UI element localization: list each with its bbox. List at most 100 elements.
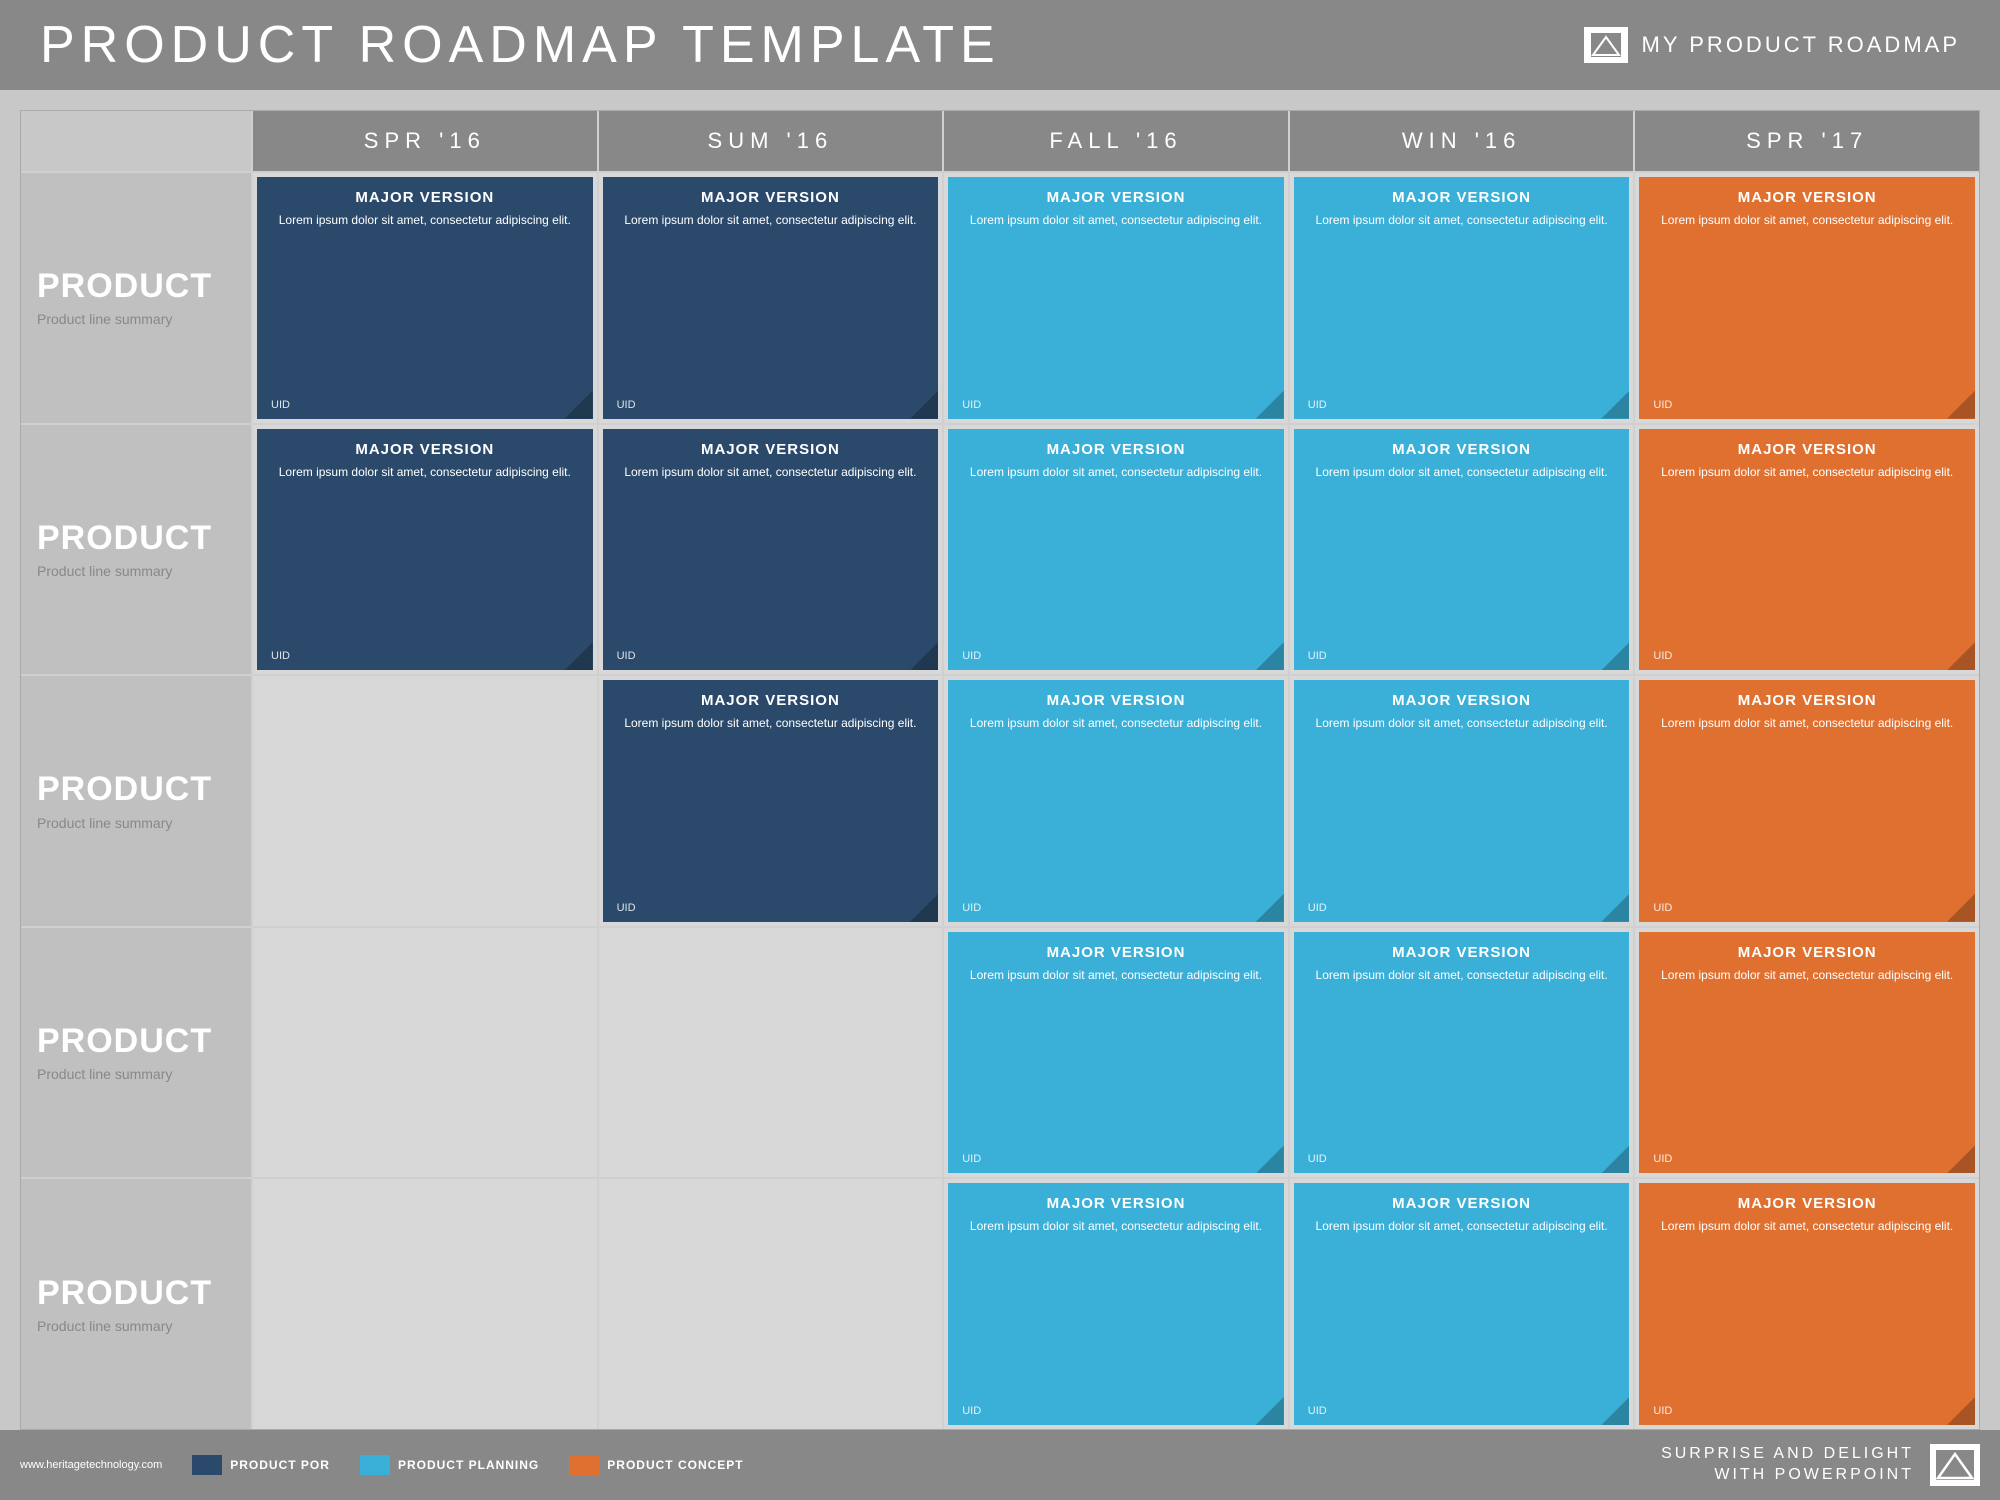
version-desc: Lorem ipsum dolor sit amet, consectetur … bbox=[1316, 464, 1608, 481]
version-uid: UID bbox=[617, 399, 925, 411]
header-brand: MY PRODUCT ROADMAP bbox=[1584, 27, 1960, 63]
cell-r0-c0: MAJOR VERSION Lorem ipsum dolor sit amet… bbox=[253, 173, 597, 423]
version-uid: UID bbox=[1308, 650, 1616, 662]
version-title: MAJOR VERSION bbox=[1392, 692, 1531, 709]
card-top: MAJOR VERSION Lorem ipsum dolor sit amet… bbox=[617, 692, 925, 732]
season-header-2: FALL '16 bbox=[944, 111, 1288, 171]
cell-r1-c1: MAJOR VERSION Lorem ipsum dolor sit amet… bbox=[599, 425, 943, 675]
version-card-r0-c4: MAJOR VERSION Lorem ipsum dolor sit amet… bbox=[1639, 177, 1975, 419]
product-summary-4: Product line summary bbox=[37, 1318, 172, 1334]
version-title: MAJOR VERSION bbox=[1738, 441, 1877, 458]
product-summary-3: Product line summary bbox=[37, 1066, 172, 1082]
season-header-0: SPR '16 bbox=[253, 111, 597, 171]
version-uid: UID bbox=[1653, 902, 1961, 914]
season-header-4: SPR '17 bbox=[1635, 111, 1979, 171]
version-title: MAJOR VERSION bbox=[701, 692, 840, 709]
version-uid: UID bbox=[1653, 1405, 1961, 1417]
product-summary-0: Product line summary bbox=[37, 311, 172, 327]
version-uid: UID bbox=[962, 399, 1270, 411]
version-desc: Lorem ipsum dolor sit amet, consectetur … bbox=[624, 464, 916, 481]
card-top: MAJOR VERSION Lorem ipsum dolor sit amet… bbox=[962, 189, 1270, 229]
footer-tagline: SURPRISE AND DELIGHTWITH POWERPOINT bbox=[1661, 1444, 1914, 1486]
legend-box-dark-blue bbox=[192, 1455, 222, 1475]
card-top: MAJOR VERSION Lorem ipsum dolor sit amet… bbox=[1653, 944, 1961, 984]
product-label-0: PRODUCT Product line summary bbox=[21, 173, 251, 423]
version-card-r1-c1: MAJOR VERSION Lorem ipsum dolor sit amet… bbox=[603, 429, 939, 671]
version-title: MAJOR VERSION bbox=[1738, 1195, 1877, 1212]
legend-item-0: PRODUCT POR bbox=[192, 1455, 330, 1475]
cell-r4-c1 bbox=[599, 1179, 943, 1429]
card-top: MAJOR VERSION Lorem ipsum dolor sit amet… bbox=[1308, 944, 1616, 984]
legend-item-2: PRODUCT CONCEPT bbox=[569, 1455, 743, 1475]
cell-r4-c3: MAJOR VERSION Lorem ipsum dolor sit amet… bbox=[1290, 1179, 1634, 1429]
version-desc: Lorem ipsum dolor sit amet, consectetur … bbox=[1661, 1218, 1953, 1235]
version-card-r4-c2: MAJOR VERSION Lorem ipsum dolor sit amet… bbox=[948, 1183, 1284, 1425]
version-card-r2-c4: MAJOR VERSION Lorem ipsum dolor sit amet… bbox=[1639, 680, 1975, 922]
version-card-r1-c2: MAJOR VERSION Lorem ipsum dolor sit amet… bbox=[948, 429, 1284, 671]
cell-r2-c1: MAJOR VERSION Lorem ipsum dolor sit amet… bbox=[599, 676, 943, 926]
version-uid: UID bbox=[1308, 1153, 1616, 1165]
corner-cell bbox=[21, 111, 251, 171]
version-desc: Lorem ipsum dolor sit amet, consectetur … bbox=[1661, 464, 1953, 481]
product-name-1: PRODUCT bbox=[37, 520, 212, 557]
cell-r2-c2: MAJOR VERSION Lorem ipsum dolor sit amet… bbox=[944, 676, 1288, 926]
brand-text: MY PRODUCT ROADMAP bbox=[1642, 32, 1960, 58]
card-top: MAJOR VERSION Lorem ipsum dolor sit amet… bbox=[1308, 189, 1616, 229]
footer-website: www.heritagetechnology.com bbox=[20, 1459, 162, 1471]
cell-r2-c3: MAJOR VERSION Lorem ipsum dolor sit amet… bbox=[1290, 676, 1634, 926]
version-uid: UID bbox=[1653, 1153, 1961, 1165]
version-desc: Lorem ipsum dolor sit amet, consectetur … bbox=[279, 212, 571, 229]
version-title: MAJOR VERSION bbox=[1047, 944, 1186, 961]
card-top: MAJOR VERSION Lorem ipsum dolor sit amet… bbox=[617, 189, 925, 229]
card-top: MAJOR VERSION Lorem ipsum dolor sit amet… bbox=[1653, 189, 1961, 229]
version-desc: Lorem ipsum dolor sit amet, consectetur … bbox=[624, 715, 916, 732]
version-desc: Lorem ipsum dolor sit amet, consectetur … bbox=[1316, 967, 1608, 984]
cell-r0-c3: MAJOR VERSION Lorem ipsum dolor sit amet… bbox=[1290, 173, 1634, 423]
version-title: MAJOR VERSION bbox=[1047, 189, 1186, 206]
card-top: MAJOR VERSION Lorem ipsum dolor sit amet… bbox=[962, 1195, 1270, 1235]
version-title: MAJOR VERSION bbox=[1738, 944, 1877, 961]
version-uid: UID bbox=[1308, 902, 1616, 914]
roadmap-grid: SPR '16 SUM '16 FALL '16 WIN '16 SPR '17… bbox=[20, 110, 1980, 1430]
cell-r1-c3: MAJOR VERSION Lorem ipsum dolor sit amet… bbox=[1290, 425, 1634, 675]
version-title: MAJOR VERSION bbox=[1047, 441, 1186, 458]
cell-r0-c1: MAJOR VERSION Lorem ipsum dolor sit amet… bbox=[599, 173, 943, 423]
version-uid: UID bbox=[962, 1153, 1270, 1165]
product-label-1: PRODUCT Product line summary bbox=[21, 425, 251, 675]
version-desc: Lorem ipsum dolor sit amet, consectetur … bbox=[970, 464, 1262, 481]
version-title: MAJOR VERSION bbox=[701, 441, 840, 458]
version-uid: UID bbox=[617, 902, 925, 914]
version-card-r0-c0: MAJOR VERSION Lorem ipsum dolor sit amet… bbox=[257, 177, 593, 419]
product-name-3: PRODUCT bbox=[37, 1023, 212, 1060]
version-card-r4-c4: MAJOR VERSION Lorem ipsum dolor sit amet… bbox=[1639, 1183, 1975, 1425]
version-desc: Lorem ipsum dolor sit amet, consectetur … bbox=[970, 715, 1262, 732]
version-desc: Lorem ipsum dolor sit amet, consectetur … bbox=[1316, 1218, 1608, 1235]
cell-r2-c0 bbox=[253, 676, 597, 926]
product-summary-1: Product line summary bbox=[37, 563, 172, 579]
card-top: MAJOR VERSION Lorem ipsum dolor sit amet… bbox=[1308, 692, 1616, 732]
product-label-4: PRODUCT Product line summary bbox=[21, 1179, 251, 1429]
cell-r0-c4: MAJOR VERSION Lorem ipsum dolor sit amet… bbox=[1635, 173, 1979, 423]
header: PRODUCT ROADMAP TEMPLATE MY PRODUCT ROAD… bbox=[0, 0, 2000, 90]
version-title: MAJOR VERSION bbox=[1738, 692, 1877, 709]
cell-r3-c0 bbox=[253, 928, 597, 1178]
version-title: MAJOR VERSION bbox=[355, 189, 494, 206]
version-card-r1-c0: MAJOR VERSION Lorem ipsum dolor sit amet… bbox=[257, 429, 593, 671]
product-label-2: PRODUCT Product line summary bbox=[21, 676, 251, 926]
version-title: MAJOR VERSION bbox=[1392, 189, 1531, 206]
version-title: MAJOR VERSION bbox=[701, 189, 840, 206]
version-card-r4-c3: MAJOR VERSION Lorem ipsum dolor sit amet… bbox=[1294, 1183, 1630, 1425]
product-summary-2: Product line summary bbox=[37, 815, 172, 831]
brand-icon bbox=[1584, 27, 1628, 63]
version-title: MAJOR VERSION bbox=[1738, 189, 1877, 206]
version-card-r3-c2: MAJOR VERSION Lorem ipsum dolor sit amet… bbox=[948, 932, 1284, 1174]
version-desc: Lorem ipsum dolor sit amet, consectetur … bbox=[1661, 967, 1953, 984]
cell-r0-c2: MAJOR VERSION Lorem ipsum dolor sit amet… bbox=[944, 173, 1288, 423]
card-top: MAJOR VERSION Lorem ipsum dolor sit amet… bbox=[271, 189, 579, 229]
legend-label-2: PRODUCT CONCEPT bbox=[607, 1458, 743, 1472]
version-desc: Lorem ipsum dolor sit amet, consectetur … bbox=[970, 967, 1262, 984]
version-card-r2-c3: MAJOR VERSION Lorem ipsum dolor sit amet… bbox=[1294, 680, 1630, 922]
version-desc: Lorem ipsum dolor sit amet, consectetur … bbox=[1661, 715, 1953, 732]
version-card-r3-c4: MAJOR VERSION Lorem ipsum dolor sit amet… bbox=[1639, 932, 1975, 1174]
card-top: MAJOR VERSION Lorem ipsum dolor sit amet… bbox=[962, 441, 1270, 481]
